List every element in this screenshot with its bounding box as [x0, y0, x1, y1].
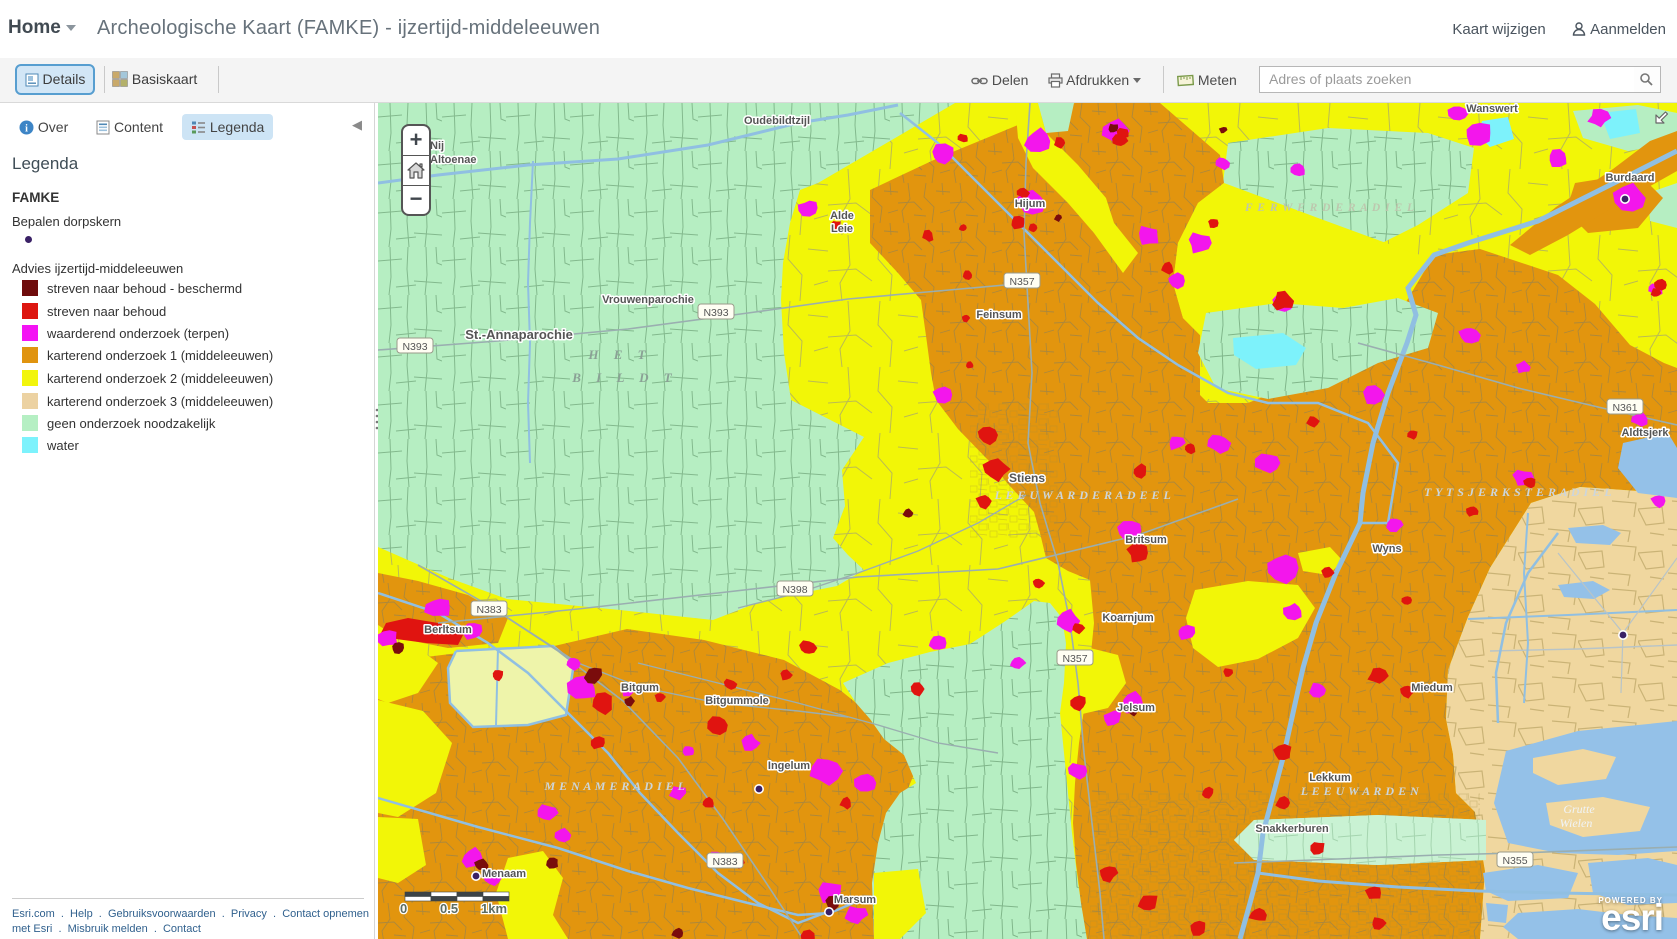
svg-text:Wyns: Wyns — [1372, 543, 1401, 555]
svg-text:Koarnjum: Koarnjum — [1102, 612, 1154, 624]
svg-text:N355: N355 — [1502, 855, 1527, 867]
svg-text:Britsum: Britsum — [1125, 534, 1167, 546]
svg-text:Ingelum: Ingelum — [768, 760, 810, 772]
svg-text:M E N A M E R A D I E L: M E N A M E R A D I E L — [544, 779, 686, 793]
svg-text:H E T: H E T — [587, 347, 651, 362]
svg-text:Snakkerburen: Snakkerburen — [1255, 823, 1329, 835]
svg-text:Stiens: Stiens — [1009, 471, 1045, 485]
svg-text:Burdaard: Burdaard — [1606, 172, 1655, 184]
svg-text:L E E U W A R D E R A D E E L: L E E U W A R D E R A D E E L — [994, 488, 1172, 502]
svg-text:Alde: Alde — [830, 210, 854, 222]
svg-text:Berltsum: Berltsum — [424, 624, 472, 636]
svg-text:Marsum: Marsum — [834, 894, 876, 906]
svg-text:Hijum: Hijum — [1015, 198, 1046, 210]
svg-text:N393: N393 — [703, 307, 728, 319]
svg-text:Bitgum: Bitgum — [621, 682, 659, 694]
svg-text:L E E U W A R D E N: L E E U W A R D E N — [1300, 784, 1420, 798]
svg-text:N398: N398 — [782, 584, 807, 596]
svg-text:Grutte: Grutte — [1563, 802, 1595, 816]
svg-text:Wanswert: Wanswert — [1466, 103, 1518, 115]
svg-text:N357: N357 — [1009, 276, 1034, 288]
svg-text:N361: N361 — [1612, 402, 1637, 414]
svg-text:Leie: Leie — [831, 223, 853, 235]
svg-text:N383: N383 — [712, 856, 737, 868]
svg-text:Aldtsjerk: Aldtsjerk — [1621, 427, 1669, 439]
svg-text:N383: N383 — [476, 604, 501, 616]
svg-text:Jelsum: Jelsum — [1117, 702, 1155, 714]
svg-text:Miedum: Miedum — [1411, 682, 1453, 694]
svg-text:0.5: 0.5 — [440, 901, 458, 916]
svg-text:Oudebildtzijl: Oudebildtzijl — [744, 115, 810, 127]
svg-text:T Y T S J E R K S T E R A D I: T Y T S J E R K S T E R A D I E L — [1424, 485, 1612, 499]
svg-text:Wielen: Wielen — [1560, 816, 1593, 830]
svg-text:Vrouwenparochie: Vrouwenparochie — [602, 294, 694, 306]
svg-text:Altoenae: Altoenae — [430, 154, 476, 166]
svg-text:Bitgummole: Bitgummole — [705, 695, 769, 707]
svg-text:1km: 1km — [481, 901, 507, 916]
svg-text:0: 0 — [400, 901, 407, 916]
svg-text:i: i — [25, 123, 28, 134]
svg-text:F E R W E R D E R A D I E L: F E R W E R D E R A D I E L — [1244, 202, 1415, 214]
svg-text:Lekkum: Lekkum — [1309, 772, 1351, 784]
svg-text:Feinsum: Feinsum — [976, 309, 1021, 321]
svg-text:St.-Annaparochie: St.-Annaparochie — [465, 327, 573, 342]
svg-text:B I L D T: B I L D T — [571, 370, 678, 385]
svg-text:Menaam: Menaam — [482, 868, 526, 880]
svg-text:N393: N393 — [402, 341, 427, 353]
svg-text:Nij: Nij — [430, 140, 444, 152]
svg-text:N357: N357 — [1062, 653, 1087, 665]
